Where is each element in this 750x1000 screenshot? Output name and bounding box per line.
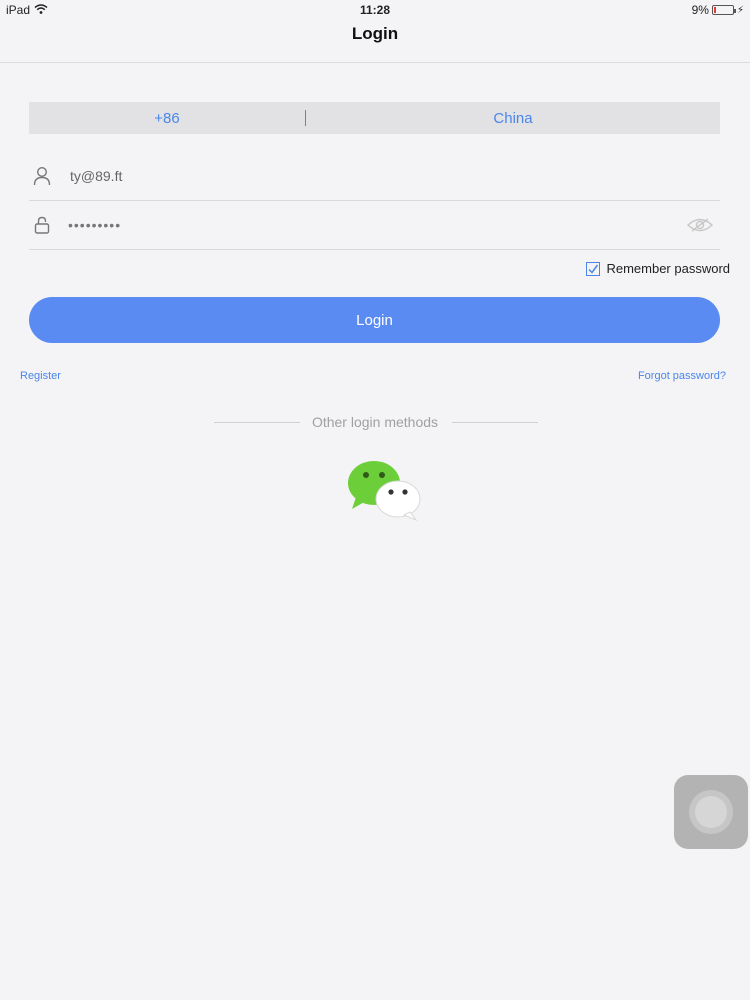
status-time: 11:28 <box>359 3 391 17</box>
status-right: 9% ⚡ <box>692 3 744 17</box>
country-name[interactable]: China <box>306 110 720 127</box>
assistive-touch-core <box>695 796 727 828</box>
nav-divider <box>0 62 750 63</box>
country-selector[interactable]: +86 China <box>29 102 720 134</box>
status-bar: iPad 11:28 9% ⚡ <box>0 0 750 22</box>
charging-bolt-icon: ⚡ <box>736 4 744 16</box>
country-code[interactable]: +86 <box>29 110 305 127</box>
register-link[interactable]: Register <box>20 370 61 382</box>
remember-label: Remember password <box>606 261 730 276</box>
other-login-label: Other login methods <box>311 414 439 430</box>
battery-percent: 9% <box>691 3 709 17</box>
assistive-touch-button[interactable] <box>674 775 748 849</box>
divider-right <box>452 422 538 423</box>
remember-password[interactable]: Remember password <box>586 261 730 276</box>
forgot-password-link[interactable]: Forgot password? <box>638 370 726 382</box>
username-row <box>29 152 720 201</box>
assistive-touch-ring <box>689 790 733 834</box>
eye-hidden-icon[interactable] <box>686 215 714 235</box>
user-icon <box>30 164 54 188</box>
login-button[interactable]: Login <box>29 297 720 343</box>
battery-icon <box>711 5 736 15</box>
username-input[interactable] <box>68 167 720 185</box>
password-row: ••••••••• <box>29 201 720 250</box>
lock-icon <box>30 213 54 237</box>
remember-checkbox[interactable] <box>586 261 601 276</box>
wechat-icon[interactable] <box>346 459 424 522</box>
password-input[interactable]: ••••••••• <box>68 217 686 233</box>
page-title: Login <box>351 24 399 43</box>
